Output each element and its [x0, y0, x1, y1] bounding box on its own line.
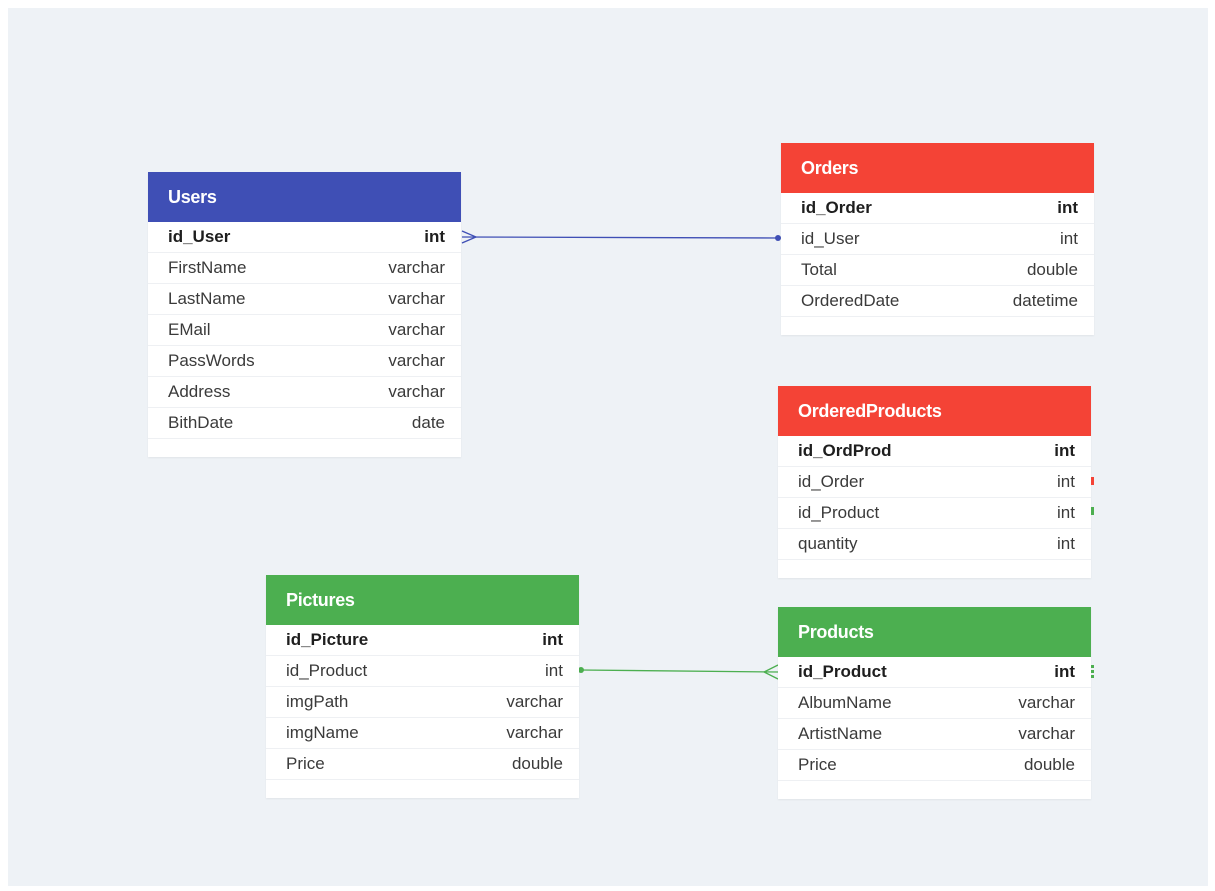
table-products-footer	[778, 781, 1091, 799]
table-pictures[interactable]: Pictures id_Picture int id_Product int imgPa…	[266, 575, 579, 798]
column-type: varchar	[1018, 693, 1075, 712]
column-row[interactable]: Price double	[266, 749, 579, 780]
table-ordered-products[interactable]: OrderedProducts id_OrdProd int id_Order int…	[778, 386, 1094, 578]
column-name: AlbumName	[798, 693, 892, 712]
column-type: int	[1057, 503, 1075, 522]
column-type: int	[545, 661, 563, 680]
column-type: varchar	[388, 258, 445, 277]
table-ordered-products-rows: id_OrdProd int id_Order int id_Product int qua…	[778, 436, 1091, 560]
column-type: int	[542, 630, 563, 649]
link-stub-green-dashed	[1091, 665, 1094, 679]
column-type: varchar	[388, 289, 445, 308]
column-name: id_User	[801, 229, 860, 248]
column-type: double	[1026, 260, 1078, 279]
column-name: ArtistName	[798, 724, 883, 743]
column-type: varchar	[388, 382, 445, 401]
table-users-rows: id_User int FirstName varchar LastName varcha…	[148, 222, 461, 439]
column-type: int	[424, 227, 445, 246]
column-name: imgName	[286, 723, 359, 742]
column-name: BithDate	[168, 413, 234, 432]
column-name: Price	[798, 755, 837, 774]
link-stub-green	[1091, 507, 1094, 515]
column-type: varchar	[388, 320, 445, 339]
table-products-header[interactable]: Products	[778, 607, 1091, 657]
column-row[interactable]: id_Product int	[266, 656, 579, 687]
column-row[interactable]: Address varchar	[148, 377, 461, 408]
column-row[interactable]: ArtistName varchar	[778, 719, 1091, 750]
column-name: Price	[286, 754, 325, 773]
column-type: int	[1057, 198, 1078, 217]
column-name: id_OrdProd	[798, 441, 892, 460]
column-row[interactable]: PassWords varchar	[148, 346, 461, 377]
column-type: int	[1057, 472, 1075, 491]
column-name: LastName	[168, 289, 246, 308]
column-name: id_Picture	[286, 630, 369, 649]
table-users-footer	[148, 439, 461, 457]
link-stub-red	[1091, 477, 1094, 485]
column-type: datetime	[1012, 291, 1078, 310]
column-name: imgPath	[286, 692, 349, 711]
column-type: int	[1060, 229, 1078, 248]
column-type: varchar	[388, 351, 445, 370]
primary-key-row[interactable]: id_OrdProd int	[778, 436, 1091, 467]
column-name: FirstName	[168, 258, 247, 277]
table-products-rows: id_Product int AlbumName varchar ArtistName v…	[778, 657, 1091, 781]
column-row[interactable]: Price double	[778, 750, 1091, 781]
column-row[interactable]: imgPath varchar	[266, 687, 579, 718]
column-row[interactable]: OrderedDate datetime	[781, 286, 1094, 317]
table-pictures-header[interactable]: Pictures	[266, 575, 579, 625]
column-type: varchar	[1018, 724, 1075, 743]
column-row[interactable]: imgName varchar	[266, 718, 579, 749]
column-name: Total	[801, 260, 837, 279]
column-name: OrderedDate	[801, 291, 900, 310]
table-orders-footer	[781, 317, 1094, 335]
column-row[interactable]: id_Product int	[778, 498, 1091, 529]
column-type: date	[411, 413, 445, 432]
primary-key-row[interactable]: id_Picture int	[266, 625, 579, 656]
table-orders-rows: id_Order int id_User int Total double OrderedD…	[781, 193, 1094, 317]
column-name: id_User	[168, 227, 231, 246]
column-name: Address	[168, 382, 231, 401]
column-name: id_Order	[798, 472, 865, 491]
table-ordered-products-footer	[778, 560, 1091, 578]
primary-key-row[interactable]: id_Order int	[781, 193, 1094, 224]
column-row[interactable]: AlbumName varchar	[778, 688, 1091, 719]
column-name: PassWords	[168, 351, 255, 370]
column-type: double	[1023, 755, 1075, 774]
column-type: int	[1054, 441, 1075, 460]
column-name: id_Product	[798, 503, 880, 522]
column-row[interactable]: id_Order int	[778, 467, 1091, 498]
column-row[interactable]: LastName varchar	[148, 284, 461, 315]
table-pictures-footer	[266, 780, 579, 798]
column-name: quantity	[798, 534, 858, 553]
table-users-header[interactable]: Users	[148, 172, 461, 222]
column-type: int	[1057, 534, 1075, 553]
primary-key-row[interactable]: id_User int	[148, 222, 461, 253]
column-row[interactable]: Total double	[781, 255, 1094, 286]
column-name: id_Product	[798, 662, 887, 681]
table-pictures-rows: id_Picture int id_Product int imgPath varchar…	[266, 625, 579, 780]
column-row[interactable]: BithDate date	[148, 408, 461, 439]
table-orders-header[interactable]: Orders	[781, 143, 1094, 193]
column-type: varchar	[506, 723, 563, 742]
column-name: id_Order	[801, 198, 872, 217]
column-row[interactable]: quantity int	[778, 529, 1091, 560]
primary-key-row[interactable]: id_Product int	[778, 657, 1091, 688]
column-name: EMail	[168, 320, 211, 339]
table-ordered-products-header[interactable]: OrderedProducts	[778, 386, 1091, 436]
table-users[interactable]: Users id_User int FirstName varchar LastName…	[148, 172, 461, 457]
column-row[interactable]: FirstName varchar	[148, 253, 461, 284]
column-name: id_Product	[286, 661, 368, 680]
column-row[interactable]: id_User int	[781, 224, 1094, 255]
column-type: int	[1054, 662, 1075, 681]
column-type: double	[511, 754, 563, 773]
table-products[interactable]: Products id_Product int AlbumName varchar Ar…	[778, 607, 1094, 799]
table-orders[interactable]: Orders id_Order int id_User int Total double O…	[781, 143, 1094, 335]
column-row[interactable]: EMail varchar	[148, 315, 461, 346]
column-type: varchar	[506, 692, 563, 711]
